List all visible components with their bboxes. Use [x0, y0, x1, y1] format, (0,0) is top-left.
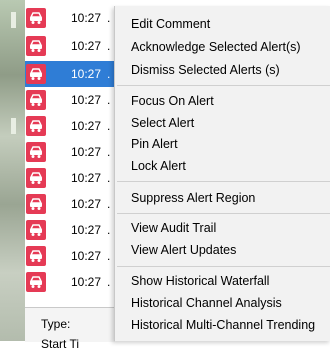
vehicle-alert-icon — [26, 90, 46, 110]
alert-time-ellipsis: . — [107, 119, 111, 133]
alert-row[interactable]: 10:27. — [25, 217, 115, 243]
alert-row[interactable]: 10:27. — [25, 87, 115, 113]
menu-item-historical-channel-analysis[interactable]: Historical Channel Analysis — [131, 296, 282, 310]
menu-separator — [117, 85, 330, 86]
alert-time-ellipsis: . — [107, 93, 111, 107]
context-menu: Edit Comment Acknowledge Selected Alert(… — [114, 6, 330, 341]
menu-item-select-alert[interactable]: Select Alert — [131, 116, 194, 130]
menu-item-show-historical-waterfall[interactable]: Show Historical Waterfall — [131, 274, 269, 288]
alert-row[interactable]: 10:27. — [25, 113, 115, 139]
alert-row[interactable]: 10:27. — [25, 191, 115, 217]
alert-time: 10:27 — [71, 145, 102, 159]
alert-time: 10:27 — [71, 11, 102, 25]
alert-time-ellipsis: . — [107, 275, 111, 289]
alert-row[interactable]: 10:27. — [25, 61, 115, 87]
alert-list[interactable]: 10:27. 10:27. 10:27. 10:27. 10:27. 10:27. 10:2… — [25, 0, 115, 341]
vehicle-alert-icon — [26, 64, 46, 84]
alert-time: 10:27 — [71, 119, 102, 133]
menu-separator — [117, 266, 330, 267]
menu-item-dismiss-alerts[interactable]: Dismiss Selected Alerts (s) — [131, 63, 280, 77]
alert-row[interactable]: 10:27. — [25, 165, 115, 191]
menu-item-edit-comment[interactable]: Edit Comment — [131, 17, 210, 31]
vehicle-alert-icon — [26, 246, 46, 266]
menu-separator — [117, 213, 330, 214]
menu-item-view-audit-trail[interactable]: View Audit Trail — [131, 221, 216, 235]
strip-marker — [11, 12, 16, 28]
strip-marker — [11, 118, 16, 134]
vehicle-alert-icon — [26, 194, 46, 214]
vehicle-alert-icon — [26, 8, 46, 28]
start-time-label: Start Ti — [41, 337, 80, 351]
alert-time: 10:27 — [71, 197, 102, 211]
alert-time-ellipsis: . — [107, 145, 111, 159]
vehicle-alert-icon — [26, 116, 46, 136]
menu-item-lock-alert[interactable]: Lock Alert — [131, 159, 186, 173]
menu-item-focus-on-alert[interactable]: Focus On Alert — [131, 94, 214, 108]
alert-row[interactable]: 10:27. — [25, 269, 115, 295]
alert-time: 10:27 — [71, 249, 102, 263]
alert-row[interactable]: 10:27. — [25, 243, 115, 269]
menu-item-historical-multi-channel-trending[interactable]: Historical Multi-Channel Trending — [131, 318, 315, 332]
vehicle-alert-icon — [26, 220, 46, 240]
vehicle-alert-icon — [26, 272, 46, 292]
alert-time-ellipsis: . — [107, 223, 111, 237]
alert-time-ellipsis: . — [107, 249, 111, 263]
vehicle-alert-icon — [26, 142, 46, 162]
background-window-strip — [0, 0, 25, 341]
alert-time-ellipsis: . — [107, 171, 111, 185]
alert-time-ellipsis: . — [107, 67, 111, 81]
alert-time-ellipsis: . — [107, 11, 111, 25]
menu-item-suppress-alert-region[interactable]: Suppress Alert Region — [131, 191, 255, 205]
menu-separator — [117, 181, 330, 182]
alert-time-ellipsis: . — [107, 197, 111, 211]
alert-row[interactable]: 10:27. — [25, 33, 115, 59]
type-label: Type: — [41, 317, 71, 331]
menu-item-acknowledge-alerts[interactable]: Acknowledge Selected Alert(s) — [131, 40, 301, 54]
alert-time: 10:27 — [71, 39, 102, 53]
menu-item-view-alert-updates[interactable]: View Alert Updates — [131, 243, 236, 257]
alert-details-panel: Type: Start Ti — [25, 307, 115, 351]
alert-time-ellipsis: . — [107, 39, 111, 53]
vehicle-alert-icon — [26, 168, 46, 188]
alert-time: 10:27 — [71, 275, 102, 289]
alert-time: 10:27 — [71, 67, 102, 81]
alert-row[interactable]: 10:27. — [25, 139, 115, 165]
vehicle-alert-icon — [26, 36, 46, 56]
alert-time: 10:27 — [71, 93, 102, 107]
menu-item-pin-alert[interactable]: Pin Alert — [131, 137, 178, 151]
alert-row[interactable]: 10:27. — [25, 5, 115, 31]
alert-time: 10:27 — [71, 223, 102, 237]
alert-time: 10:27 — [71, 171, 102, 185]
